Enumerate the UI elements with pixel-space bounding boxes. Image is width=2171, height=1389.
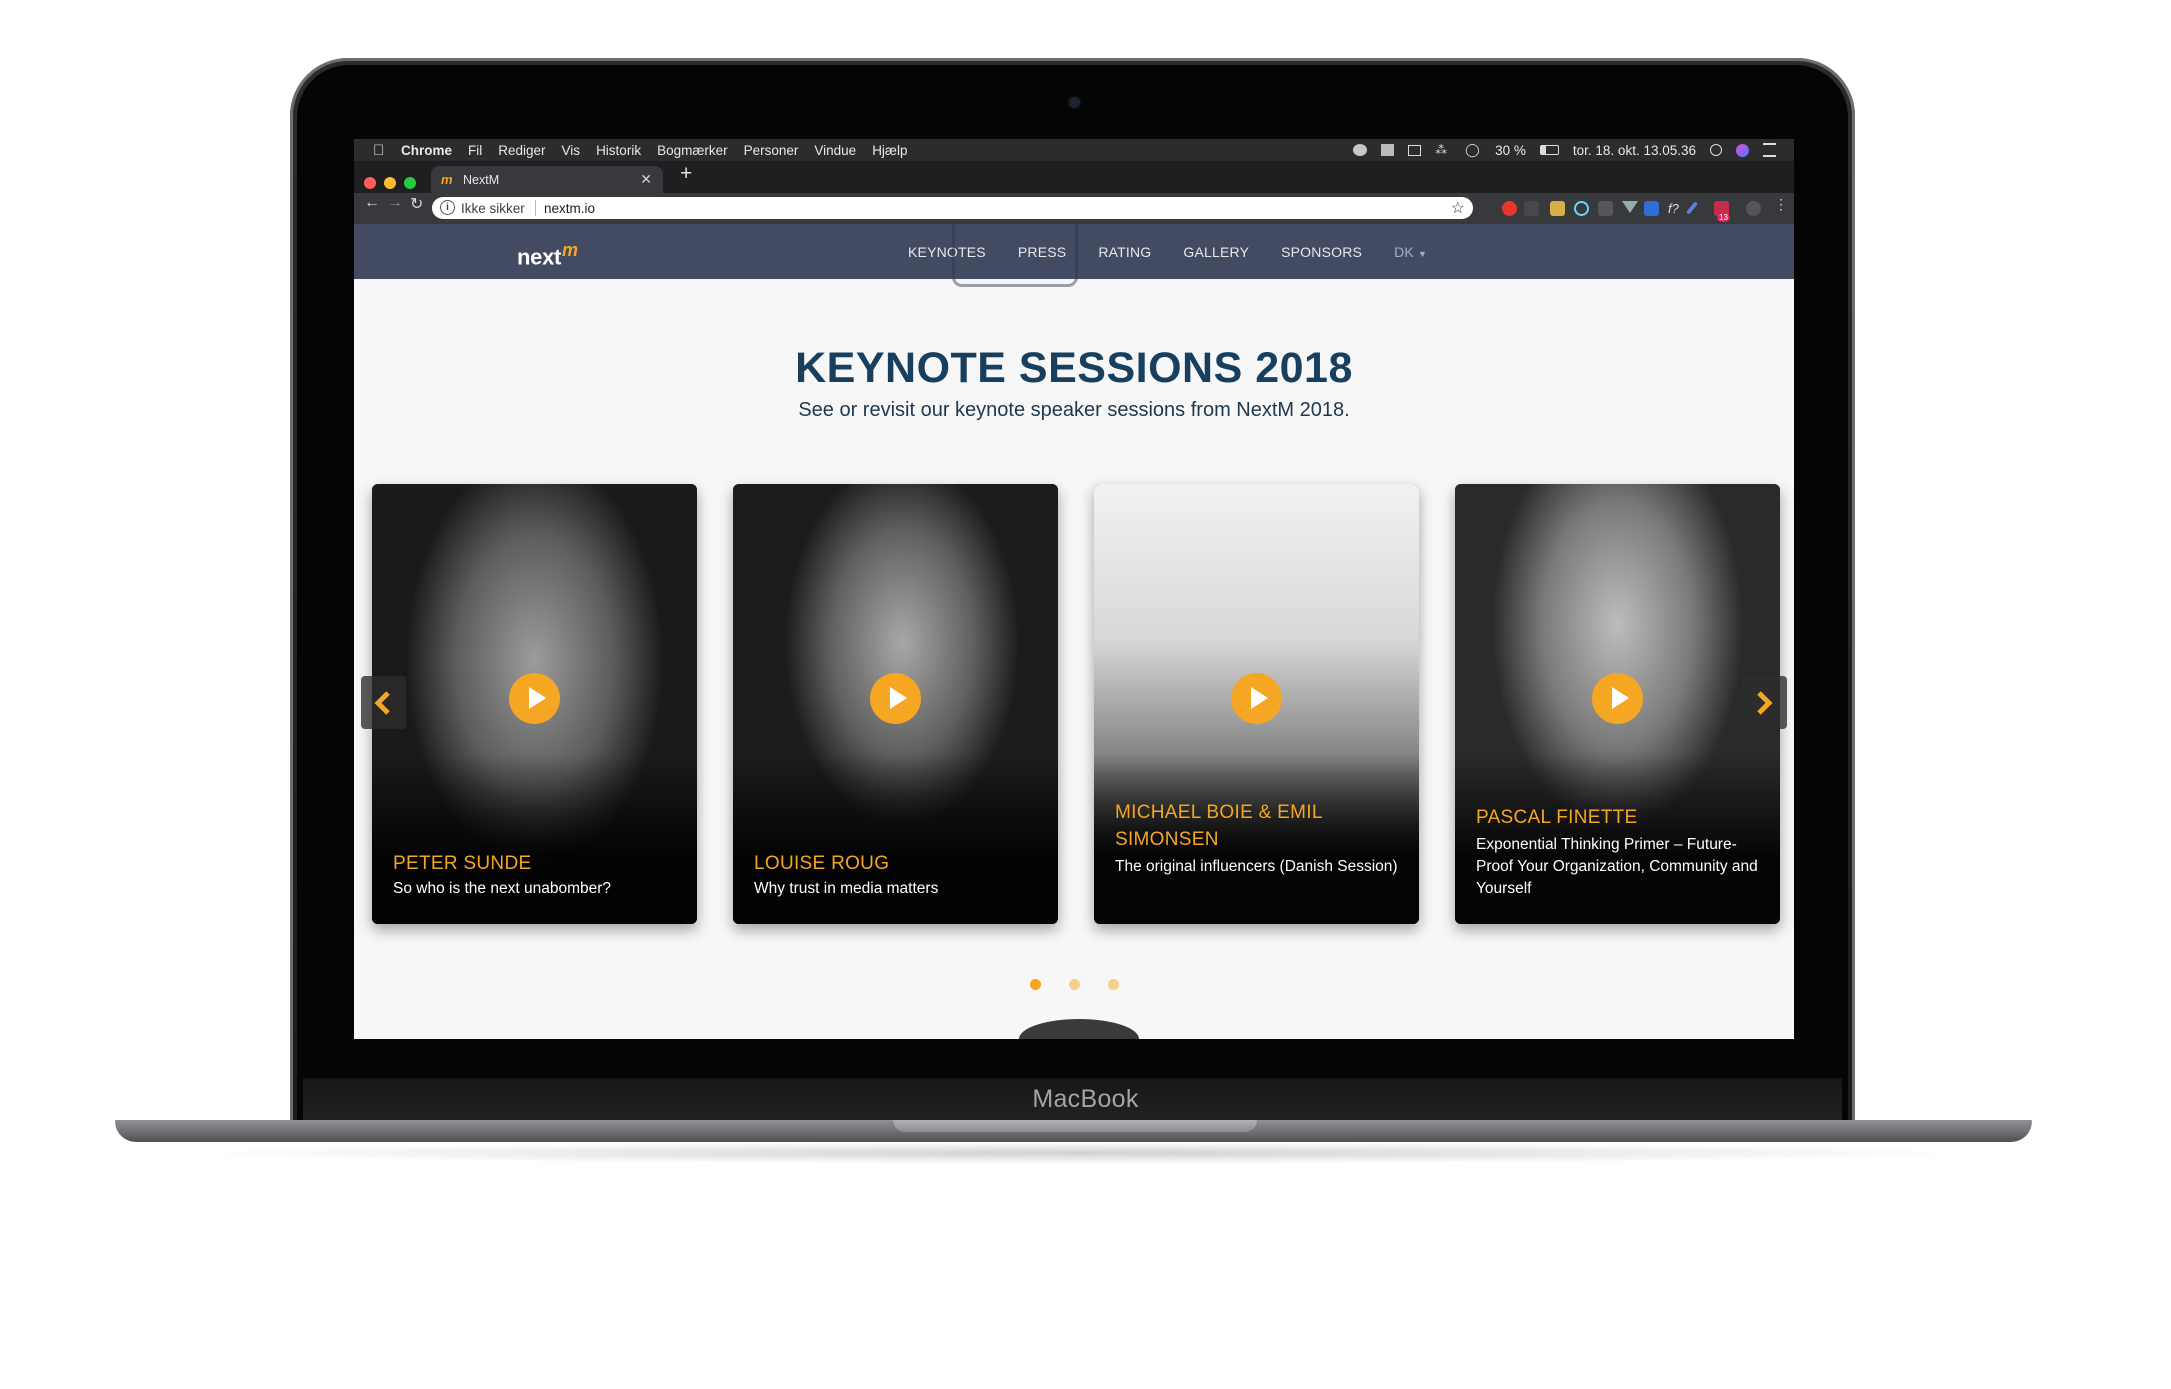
- menu-item-vis[interactable]: Vis: [562, 143, 581, 158]
- react-devtools-icon[interactable]: [1574, 201, 1589, 216]
- notification-icon[interactable]: [1381, 144, 1395, 156]
- carousel-next-button[interactable]: [1742, 676, 1787, 729]
- extension-dim-icon[interactable]: [1598, 201, 1613, 216]
- card-talk-title: So who is the next unabomber?: [393, 880, 611, 897]
- extension-blue-icon[interactable]: [1644, 201, 1659, 216]
- language-dropdown[interactable]: DK ▼: [1394, 244, 1427, 260]
- laptop-hinge-notch: [893, 1120, 1257, 1132]
- card-speaker-name: PETER SUNDE: [393, 853, 532, 874]
- nav-sponsors[interactable]: SPONSORS: [1281, 244, 1362, 260]
- logo-mark: m: [562, 240, 578, 260]
- menu-item-rediger[interactable]: Rediger: [498, 143, 545, 158]
- bluetooth-icon[interactable]: ⁂: [1435, 144, 1451, 156]
- carousel-dot-3[interactable]: [1107, 979, 1119, 990]
- vue-devtools-icon[interactable]: [1622, 201, 1638, 213]
- reload-icon[interactable]: ↻: [410, 194, 423, 214]
- browser-tab-nextm[interactable]: m NextM ✕: [431, 166, 663, 193]
- card-speaker-name: PASCAL FINETTE: [1476, 807, 1638, 828]
- battery-percent: 30 %: [1495, 142, 1526, 158]
- nav-illustration: [952, 224, 1078, 287]
- play-icon[interactable]: [1592, 673, 1643, 724]
- card-speaker-name: MICHAEL BOIE & EMIL SIMONSEN: [1115, 802, 1323, 850]
- card-speaker-name: LOUISE ROUG: [754, 853, 890, 874]
- window-close-button[interactable]: [364, 177, 376, 189]
- wifi-icon[interactable]: ◯: [1465, 143, 1481, 156]
- address-bar[interactable]: i Ikke sikker nextm.io ☆: [432, 197, 1473, 219]
- chevron-right-icon: [1757, 691, 1773, 715]
- menu-item-vindue[interactable]: Vindue: [814, 143, 856, 158]
- card-talk-title: Exponential Thinking Primer – Future-Pro…: [1476, 836, 1758, 897]
- carousel-dot-2[interactable]: [1068, 979, 1080, 990]
- device-brand: MacBook: [1032, 1085, 1139, 1113]
- menu-item-hjaelp[interactable]: Hjælp: [872, 143, 907, 158]
- menu-item-personer[interactable]: Personer: [744, 143, 799, 158]
- back-arrow-icon[interactable]: ←: [364, 194, 380, 212]
- chevron-left-icon: [374, 691, 390, 715]
- card-talk-title: Why trust in media matters: [754, 880, 939, 897]
- menu-item-historik[interactable]: Historik: [596, 143, 641, 158]
- menu-item-fil[interactable]: Fil: [468, 143, 482, 158]
- logo-text: next: [517, 244, 562, 270]
- keynote-card-1[interactable]: PETER SUNDE So who is the next unabomber…: [372, 484, 697, 924]
- keynote-card-4[interactable]: PASCAL FINETTE Exponential Thinking Prim…: [1455, 484, 1780, 924]
- next-section-illustration: [1019, 1019, 1139, 1039]
- siri-icon[interactable]: [1736, 143, 1749, 157]
- profile-avatar-icon[interactable]: [1746, 201, 1761, 216]
- card-talk-title: The original influencers (Danish Session…: [1115, 858, 1398, 875]
- forward-arrow-icon[interactable]: →: [387, 194, 403, 212]
- apple-icon[interactable]: : [373, 143, 387, 158]
- menu-app-name[interactable]: Chrome: [401, 143, 452, 158]
- menubar-clock[interactable]: tor. 18. okt. 13.05.36: [1573, 143, 1696, 158]
- screen:  Chrome Fil Rediger Vis Historik Bogmær…: [354, 139, 1794, 1039]
- camera-icon: [1069, 97, 1080, 108]
- carousel-prev-button[interactable]: [361, 676, 406, 729]
- nextm-logo[interactable]: nextm: [517, 240, 578, 270]
- carousel-indicators: [354, 979, 1794, 990]
- window-zoom-button[interactable]: [404, 177, 416, 189]
- info-icon[interactable]: i: [440, 200, 455, 215]
- keynote-card-2[interactable]: LOUISE ROUG Why trust in media matters: [733, 484, 1058, 924]
- notification-center-icon[interactable]: [1763, 143, 1776, 157]
- caret-down-icon: ▼: [1418, 248, 1428, 259]
- bookmark-star-icon[interactable]: ☆: [1451, 198, 1465, 218]
- image-extension-icon[interactable]: [1550, 201, 1565, 216]
- url-text[interactable]: nextm.io: [544, 201, 595, 216]
- laptop-shadow: [180, 1142, 1980, 1164]
- nav-rating[interactable]: RATING: [1098, 244, 1151, 260]
- keynote-card-3[interactable]: MICHAEL BOIE & EMIL SIMONSEN The origina…: [1094, 484, 1419, 924]
- battery-icon[interactable]: [1539, 145, 1559, 155]
- play-icon[interactable]: [870, 673, 921, 724]
- new-tab-button[interactable]: +: [680, 162, 692, 186]
- nextm-favicon-icon: m: [441, 172, 453, 187]
- opera-extension-icon[interactable]: [1502, 201, 1517, 216]
- extension-badge-count: 13: [1717, 213, 1730, 222]
- menu-item-bogmaerker[interactable]: Bogmærker: [657, 143, 728, 158]
- section-title: KEYNOTE SESSIONS 2018: [795, 344, 1353, 392]
- window-minimize-button[interactable]: [384, 177, 396, 189]
- section-subtitle: See or revisit our keynote speaker sessi…: [798, 399, 1350, 421]
- extension-blank-icon[interactable]: [1524, 201, 1539, 216]
- play-icon[interactable]: [509, 673, 560, 724]
- spotlight-icon[interactable]: [1710, 144, 1722, 156]
- carousel-dot-1[interactable]: [1029, 979, 1041, 990]
- tab-close-icon[interactable]: ✕: [640, 171, 652, 188]
- browser-menu-icon[interactable]: ⋮: [1774, 196, 1788, 213]
- tab-title: NextM: [463, 173, 500, 187]
- creative-cloud-icon[interactable]: [1353, 144, 1368, 156]
- screen-mirror-icon[interactable]: [1408, 144, 1422, 156]
- address-separator: [535, 200, 536, 216]
- nav-gallery[interactable]: GALLERY: [1183, 244, 1249, 260]
- play-icon[interactable]: [1231, 673, 1282, 724]
- language-label: DK: [1394, 243, 1414, 260]
- security-label[interactable]: Ikke sikker: [461, 201, 525, 216]
- mac-menubar:  Chrome Fil Rediger Vis Historik Bogmær…: [354, 139, 1794, 161]
- function-extension-icon[interactable]: f?: [1668, 201, 1683, 216]
